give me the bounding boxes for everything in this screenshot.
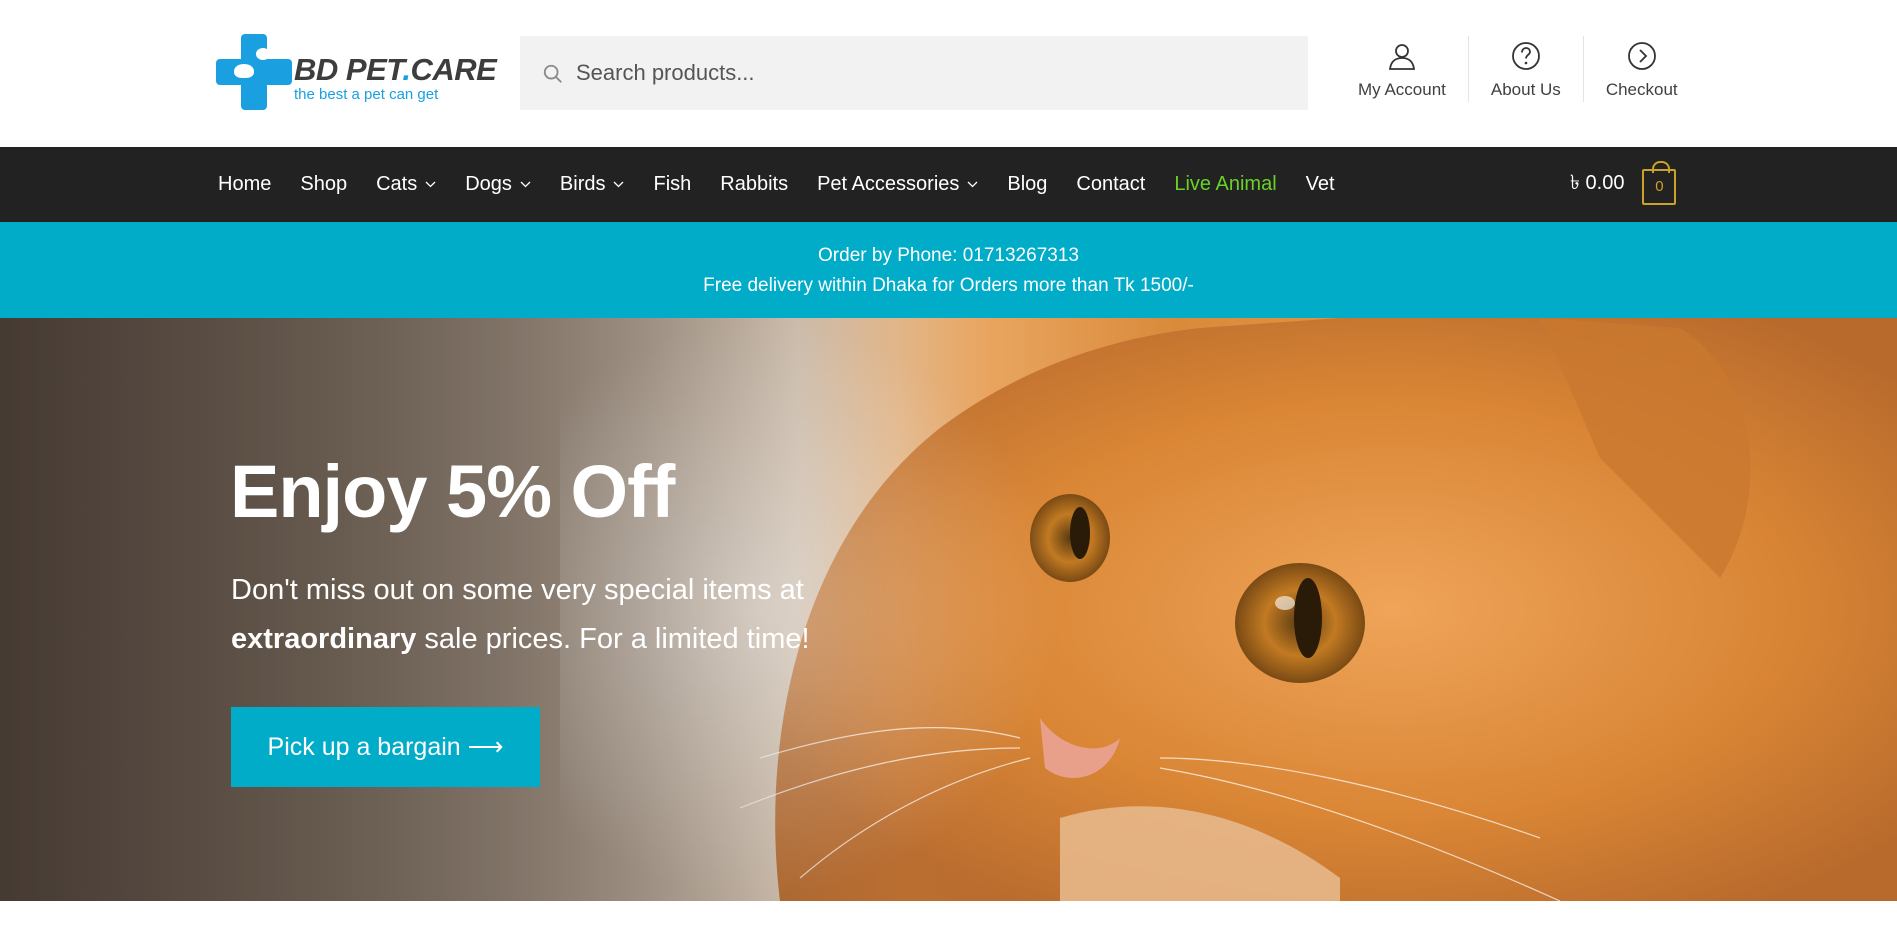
chevron-down-icon [520, 181, 531, 188]
order-phone-text: Order by Phone: 01713267313 [818, 245, 1079, 266]
search-input[interactable] [576, 36, 1296, 110]
chevron-down-icon [614, 181, 624, 188]
free-delivery-text: Free delivery within Dhaka for Orders mo… [703, 275, 1194, 296]
header-links: My Account About Us Checkout [1336, 36, 1700, 106]
nav-item-live-animal[interactable]: Live Animal [1174, 173, 1276, 196]
user-icon [1388, 44, 1415, 70]
logo-wordmark: BD PET.CARE [294, 52, 497, 87]
info-bar: Order by Phone: 01713267313 Free deliver… [0, 222, 1897, 318]
nav-item-pet-accessories[interactable]: Pet Accessories [817, 173, 978, 196]
logo-tagline: the best a pet can get [294, 86, 439, 103]
search-icon [543, 64, 562, 83]
search-bar [520, 36, 1308, 110]
page: BD PET.CARE the best a pet can get My Ac… [0, 0, 1897, 938]
content-below-fold [0, 901, 1897, 938]
hero-banner: Enjoy 5% Off Don't miss out on some very… [0, 318, 1897, 901]
nav-menu: Home Shop Cats Dogs Birds Fish Rabbits P… [218, 147, 1364, 222]
nav-item-rabbits[interactable]: Rabbits [720, 173, 788, 196]
shopping-bag-icon: 0 [1642, 160, 1677, 205]
hero-title: Enjoy 5% Off [230, 450, 675, 533]
help-circle-icon [1511, 42, 1540, 70]
nav-item-vet[interactable]: Vet [1306, 173, 1335, 196]
site-header: BD PET.CARE the best a pet can get My Ac… [0, 0, 1897, 147]
nav-item-cats[interactable]: Cats [376, 173, 436, 196]
nav-item-home[interactable]: Home [218, 173, 271, 196]
about-us-link[interactable]: About Us [1469, 36, 1584, 102]
chevron-down-icon [967, 181, 978, 188]
chevron-down-icon [425, 181, 436, 188]
nav-item-birds[interactable]: Birds [560, 173, 625, 196]
site-logo[interactable]: BD PET.CARE the best a pet can get [216, 34, 497, 110]
cart-total: ৳ 0.00 [1570, 172, 1625, 194]
medical-cross-icon [216, 34, 292, 110]
main-navigation: Home Shop Cats Dogs Birds Fish Rabbits P… [0, 147, 1897, 222]
hero-description: Don't miss out on some very special item… [231, 574, 810, 655]
checkout-label: Checkout [1605, 80, 1678, 99]
about-us-label: About Us [1490, 80, 1561, 99]
my-account-link[interactable]: My Account [1336, 36, 1469, 102]
checkout-link[interactable]: Checkout [1584, 36, 1700, 102]
cart-widget[interactable]: ৳ 0.00 0 [1570, 147, 1677, 222]
nav-item-dogs[interactable]: Dogs [465, 173, 531, 196]
nav-item-shop[interactable]: Shop [300, 173, 347, 196]
nav-item-contact[interactable]: Contact [1076, 173, 1145, 196]
nav-item-blog[interactable]: Blog [1007, 173, 1047, 196]
pick-up-bargain-button[interactable]: Pick up a bargain ⟶ [231, 707, 540, 787]
my-account-label: My Account [1358, 80, 1446, 99]
nav-item-fish[interactable]: Fish [653, 173, 691, 196]
cart-count: 0 [1655, 178, 1664, 195]
arrow-circle-right-icon [1627, 42, 1656, 70]
